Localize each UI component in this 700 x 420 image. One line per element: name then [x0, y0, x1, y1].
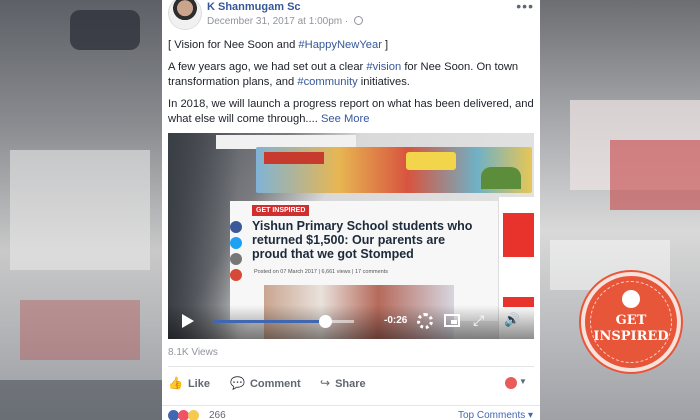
plus-icon [230, 269, 242, 281]
reactions-summary: 266 Top Comments ▾ [162, 405, 540, 420]
hashtag-link[interactable]: #HappyNewYear [298, 39, 382, 51]
article-tag: GET INSPIRED [252, 205, 310, 216]
text-span: ] [381, 39, 389, 51]
like-button[interactable]: 👍 Like [168, 376, 210, 390]
badge-text-line1: GET [615, 313, 647, 328]
caret-down-icon[interactable]: ▼ [519, 377, 527, 386]
thumbs-up-icon: 👍 [168, 376, 183, 390]
hashtag-link[interactable]: #vision [366, 61, 401, 73]
comment-button[interactable]: 💬 Comment [230, 376, 301, 390]
progress-bar[interactable] [214, 315, 354, 328]
divider [168, 366, 534, 367]
share-button[interactable]: ↪ Share [320, 376, 366, 390]
post-line-1: [ Vision for Nee Soon and #HappyNewYear … [168, 38, 536, 53]
background-blur [610, 140, 700, 210]
person-icon [622, 290, 640, 308]
play-button[interactable] [182, 314, 194, 328]
progress-fill [214, 320, 325, 323]
banner-shape [406, 152, 456, 170]
video-player[interactable]: GET INSPIRED Yishun Primary School stude… [168, 133, 534, 339]
video-controls: -0:26 ⤢ 🔊 [168, 305, 534, 339]
get-inspired-badge: GET INSPIRED [581, 272, 681, 372]
author-avatar[interactable] [168, 0, 202, 30]
link-icon [230, 253, 242, 265]
hashtag-link[interactable]: #community [297, 76, 357, 88]
badge-text-line2: INSPIRED [593, 329, 669, 344]
author-name[interactable]: K Shanmugam Sc [207, 1, 301, 13]
settings-gear-icon[interactable] [417, 313, 433, 329]
facebook-post-card: K Shanmugam Sc December 31, 2017 at 1:00… [162, 0, 540, 420]
post-meta: December 31, 2017 at 1:00pm · [207, 16, 363, 27]
more-horizontal-icon: ••• [516, 0, 534, 14]
reaction-picker-icon[interactable] [505, 377, 517, 389]
text-span: initiatives. [357, 76, 410, 88]
wow-reaction-icon [188, 410, 199, 420]
picture-in-picture-icon[interactable] [444, 314, 460, 327]
article-share-icons [230, 221, 244, 285]
background-blur [20, 300, 140, 360]
background-blur [0, 380, 162, 420]
view-count: 8.1K Views [168, 347, 218, 358]
article-byline: Posted on 07 March 2017 | 6,661 views | … [254, 269, 389, 275]
scrub-handle[interactable] [318, 315, 332, 328]
background-blur [70, 10, 140, 50]
article-headline: Yishun Primary School students who retur… [252, 219, 473, 261]
video-frame-banner [256, 147, 532, 193]
background-left [0, 0, 162, 420]
comment-icon: 💬 [230, 376, 245, 390]
reaction-count[interactable]: 266 [209, 410, 226, 420]
post-actions: 👍 Like 💬 Comment ↪ Share ▼ [162, 373, 540, 395]
post-paragraph-2: A few years ago, we had set out a clear … [168, 60, 536, 90]
more-options-button[interactable]: ••• [516, 0, 534, 14]
ad-shape [503, 213, 534, 257]
globe-icon [354, 16, 363, 25]
post-paragraph-3: In 2018, we will launch a progress repor… [168, 97, 536, 127]
comment-label: Comment [249, 378, 301, 390]
post-header: K Shanmugam Sc December 31, 2017 at 1:00… [162, 0, 540, 34]
time-remaining: -0:26 [384, 315, 408, 326]
text-span: A few years ago, we had set out a clear [168, 61, 367, 73]
top-comments-dropdown[interactable]: Top Comments ▾ [458, 410, 533, 420]
post-date[interactable]: December 31, 2017 at 1:00pm [207, 16, 342, 27]
post-body: [ Vision for Nee Soon and #HappyNewYear … [168, 38, 536, 134]
volume-icon[interactable]: 🔊 [504, 312, 520, 328]
text-span: [ Vision for Nee Soon and [168, 39, 299, 51]
see-more-link[interactable]: See More [321, 113, 370, 125]
share-arrow-icon: ↪ [320, 376, 331, 390]
meta-separator: · [344, 16, 349, 27]
background-blur [10, 150, 150, 270]
like-label: Like [187, 378, 210, 390]
twitter-icon [230, 237, 242, 249]
banner-shape [481, 167, 521, 189]
banner-shape [264, 152, 324, 164]
facebook-icon [230, 221, 242, 233]
share-label: Share [335, 378, 366, 390]
fullscreen-icon[interactable]: ⤢ [473, 312, 484, 329]
